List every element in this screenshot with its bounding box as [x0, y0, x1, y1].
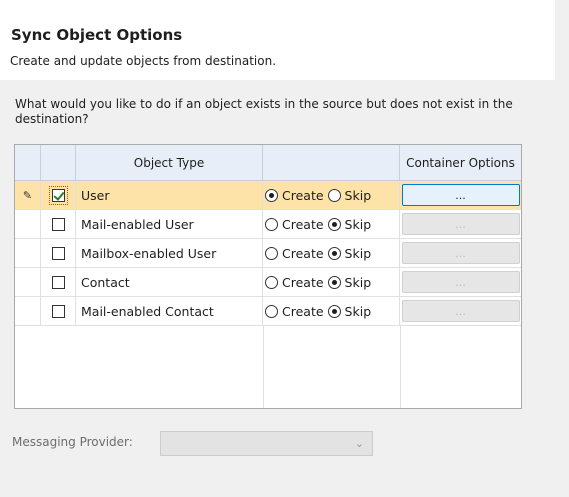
container-options-cell: ... [400, 268, 521, 297]
table-row[interactable]: Contact Create Skip ... [15, 268, 521, 297]
page-subtitle: Create and update objects from destinati… [10, 54, 277, 68]
chevron-down-icon: ⌄ [354, 437, 364, 450]
container-options-cell: ... [400, 297, 521, 326]
container-options-button[interactable]: ... [401, 271, 520, 293]
action-cell: Create Skip [263, 210, 400, 239]
row-checkbox-cell [41, 268, 76, 297]
messaging-provider-select[interactable]: ⌄ [160, 431, 373, 456]
container-options-button[interactable]: ... [401, 242, 520, 264]
action-cell: Create Skip [263, 239, 400, 268]
table-row[interactable]: ✎ User Create Skip ... [15, 181, 521, 210]
row-checkbox[interactable] [51, 217, 65, 231]
row-indicator [15, 239, 41, 268]
row-indicator: ✎ [15, 181, 41, 210]
container-options-cell: ... [400, 181, 521, 210]
table-row[interactable]: Mail-enabled Contact Create Skip ... [15, 297, 521, 326]
object-type-cell: Mail-enabled Contact [76, 297, 263, 326]
row-checkbox[interactable] [51, 188, 65, 202]
container-options-button[interactable]: ... [401, 213, 520, 235]
container-options-cell: ... [400, 239, 521, 268]
skip-radio[interactable]: Skip [327, 188, 371, 203]
create-radio[interactable]: Create [265, 217, 324, 232]
header-object-type[interactable]: Object Type [76, 145, 263, 181]
pencil-icon: ✎ [22, 188, 33, 202]
window-edge [555, 0, 569, 497]
table-row[interactable]: Mail-enabled User Create Skip ... [15, 210, 521, 239]
header-action [263, 145, 400, 181]
object-type-cell: User [76, 181, 263, 210]
column-divider [400, 326, 401, 408]
action-cell: Create Skip [263, 297, 400, 326]
skip-radio[interactable]: Skip [327, 304, 371, 319]
action-cell: Create Skip [263, 268, 400, 297]
object-type-cell: Mailbox-enabled User [76, 239, 263, 268]
container-options-cell: ... [400, 210, 521, 239]
page-title: Sync Object Options [11, 26, 183, 44]
create-radio[interactable]: Create [265, 246, 324, 261]
row-checkbox[interactable] [51, 246, 65, 260]
header-row-indicator [15, 145, 41, 181]
skip-radio[interactable]: Skip [327, 246, 371, 261]
question-text: What would you like to do if an object e… [15, 97, 513, 126]
row-checkbox-cell [41, 239, 76, 268]
column-divider [263, 326, 264, 408]
table-row[interactable]: Mailbox-enabled User Create Skip ... [15, 239, 521, 268]
row-checkbox-cell [41, 210, 76, 239]
row-indicator [15, 268, 41, 297]
row-indicator [15, 210, 41, 239]
row-checkbox-cell [41, 297, 76, 326]
row-checkbox[interactable] [51, 275, 65, 289]
messaging-provider-label: Messaging Provider: [12, 435, 133, 449]
object-type-grid: Object Type Container Options ✎ User Cre… [14, 144, 522, 409]
container-options-button[interactable]: ... [401, 184, 520, 206]
create-radio[interactable]: Create [265, 275, 324, 290]
action-cell: Create Skip [263, 181, 400, 210]
skip-radio[interactable]: Skip [327, 275, 371, 290]
create-radio[interactable]: Create [265, 304, 324, 319]
wizard-header: Sync Object Options Create and update ob… [0, 0, 556, 80]
row-checkbox-cell [41, 181, 76, 210]
header-container-options[interactable]: Container Options [400, 145, 521, 181]
skip-radio[interactable]: Skip [327, 217, 371, 232]
object-type-cell: Contact [76, 268, 263, 297]
row-checkbox[interactable] [51, 304, 65, 318]
row-indicator [15, 297, 41, 326]
create-radio[interactable]: Create [265, 188, 324, 203]
container-options-button[interactable]: ... [401, 300, 520, 322]
header-checkbox [41, 145, 76, 181]
object-type-cell: Mail-enabled User [76, 210, 263, 239]
